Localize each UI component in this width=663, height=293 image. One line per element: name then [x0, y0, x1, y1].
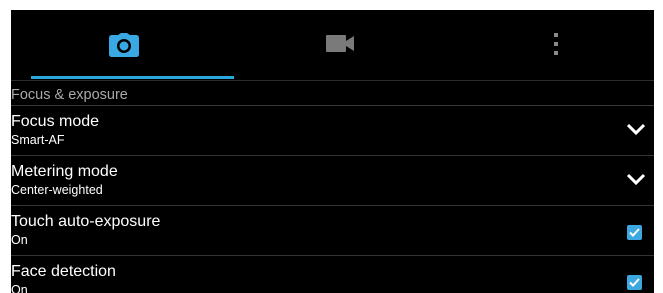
setting-value: Smart-AF — [11, 133, 65, 147]
top-cropped-strip — [0, 0, 663, 10]
camera-settings-panel: Focus & exposure Focus mode Smart-AF Met… — [11, 10, 654, 293]
video-camera-icon — [326, 35, 354, 52]
chevron-down-icon[interactable] — [626, 172, 646, 186]
setting-title: Face detection — [11, 263, 116, 280]
selected-tab-indicator — [31, 76, 234, 79]
tab-camera[interactable] — [11, 10, 225, 80]
checkbox[interactable] — [627, 275, 642, 290]
setting-touch-auto-exposure[interactable]: Touch auto-exposure On — [11, 206, 654, 255]
setting-title: Metering mode — [11, 163, 118, 180]
tab-bar — [11, 10, 654, 80]
setting-value: Center-weighted — [11, 183, 103, 197]
tab-video[interactable] — [225, 10, 439, 80]
checkmark-icon — [629, 228, 640, 237]
chevron-down-icon[interactable] — [626, 122, 646, 136]
section-title: Focus & exposure — [11, 87, 128, 103]
setting-metering-mode[interactable]: Metering mode Center-weighted — [11, 156, 654, 205]
checkmark-icon — [629, 278, 640, 287]
setting-face-detection[interactable]: Face detection On — [11, 256, 654, 293]
tab-more[interactable] — [439, 10, 653, 80]
setting-title: Focus mode — [11, 113, 100, 130]
setting-focus-mode[interactable]: Focus mode Smart-AF — [11, 106, 654, 155]
setting-title: Touch auto-exposure — [11, 213, 161, 230]
more-vert-icon — [554, 33, 558, 55]
setting-value: On — [11, 233, 28, 247]
section-header: Focus & exposure — [11, 81, 654, 105]
checkbox[interactable] — [627, 225, 642, 240]
setting-value: On — [11, 283, 28, 293]
camera-icon — [109, 33, 139, 57]
